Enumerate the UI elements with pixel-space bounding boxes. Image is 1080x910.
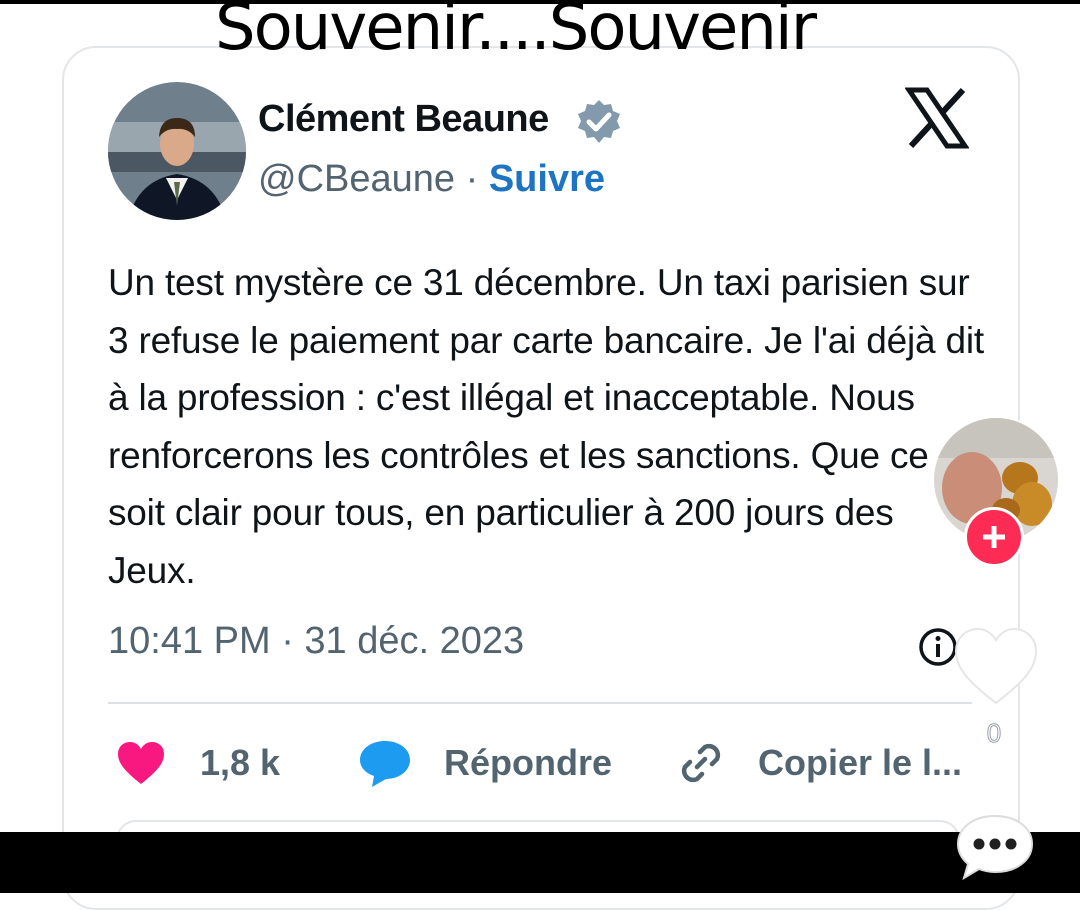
bottom-bar — [0, 832, 1080, 893]
overlay-title: Souvenir....Souvenir — [215, 0, 817, 65]
heart-icon — [118, 742, 164, 784]
like-button[interactable]: 1,8 k — [116, 738, 280, 788]
copy-link-button[interactable]: Copier le l... — [676, 738, 962, 788]
divider — [108, 702, 972, 704]
more-dots-icon[interactable] — [954, 812, 1036, 884]
author-name[interactable]: Clément Beaune — [258, 98, 549, 141]
reply-button[interactable]: Répondre — [358, 738, 612, 788]
plus-icon — [983, 526, 1005, 548]
copy-link-label: Copier le l... — [758, 742, 963, 783]
verified-badge-icon — [575, 98, 623, 146]
reply-bubble-icon — [360, 741, 410, 787]
tweet-text: Un test mystère ce 31 décembre. Un taxi … — [108, 262, 984, 591]
x-logo-icon[interactable] — [904, 86, 970, 150]
follow-link[interactable]: Suivre — [489, 158, 605, 200]
author-avatar[interactable] — [108, 82, 246, 220]
tweet-timestamp[interactable]: 10:41 PM · 31 déc. 2023 — [108, 620, 524, 663]
reply-label: Répondre — [444, 742, 613, 783]
handle-separator: · — [455, 158, 489, 200]
link-icon — [681, 743, 721, 783]
creator-follow-plus-button[interactable] — [964, 507, 1024, 567]
author-handle[interactable]: @CBeaune — [258, 158, 455, 200]
likes-count: 1,8 k — [200, 742, 281, 783]
top-edge — [0, 0, 1080, 4]
handle-row: @CBeaune · Suivre — [258, 158, 605, 201]
side-heart-icon[interactable] — [952, 625, 1040, 707]
side-like-count: 0 — [986, 718, 1002, 749]
